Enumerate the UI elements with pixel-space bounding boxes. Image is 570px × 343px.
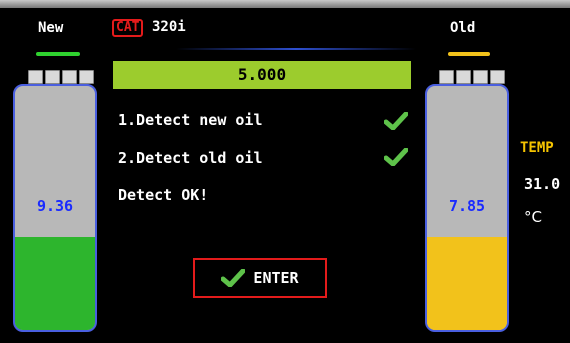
new-tank-label: New bbox=[38, 20, 64, 36]
device-screen: New CAT 320i Old 9.36 5.000 1.Detect new… bbox=[0, 0, 570, 343]
enter-button[interactable]: ENTER bbox=[193, 258, 327, 298]
header-divider bbox=[176, 48, 416, 50]
old-indicator-line bbox=[448, 52, 490, 56]
old-tank-cap bbox=[439, 70, 505, 84]
check-icon bbox=[384, 148, 408, 166]
old-oil-value: 7.85 bbox=[448, 197, 486, 215]
old-oil-tank: 7.85 bbox=[425, 84, 509, 332]
top-bezel bbox=[0, 0, 570, 8]
enter-button-label: ENTER bbox=[253, 269, 299, 287]
check-icon bbox=[221, 269, 246, 287]
new-oil-tank: 9.36 bbox=[13, 84, 97, 332]
temp-unit: °C bbox=[524, 208, 542, 226]
new-oil-value: 9.36 bbox=[36, 197, 74, 215]
new-indicator-line bbox=[36, 52, 80, 56]
detect-result: Detect OK! bbox=[118, 186, 209, 204]
vehicle-model: 320i bbox=[152, 19, 186, 35]
status-value-bar: 5.000 bbox=[113, 61, 411, 89]
temp-value: 31.0 bbox=[524, 175, 561, 193]
cat-badge: CAT bbox=[112, 19, 144, 37]
new-tank-cap bbox=[28, 70, 94, 84]
check-icon bbox=[384, 112, 408, 130]
step-detect-old: 2.Detect old oil bbox=[118, 149, 263, 167]
old-tank-label: Old bbox=[450, 20, 476, 36]
new-oil-level bbox=[15, 237, 95, 330]
temp-label: TEMP bbox=[520, 140, 554, 156]
old-oil-level bbox=[427, 237, 507, 330]
step-detect-new: 1.Detect new oil bbox=[118, 111, 263, 129]
